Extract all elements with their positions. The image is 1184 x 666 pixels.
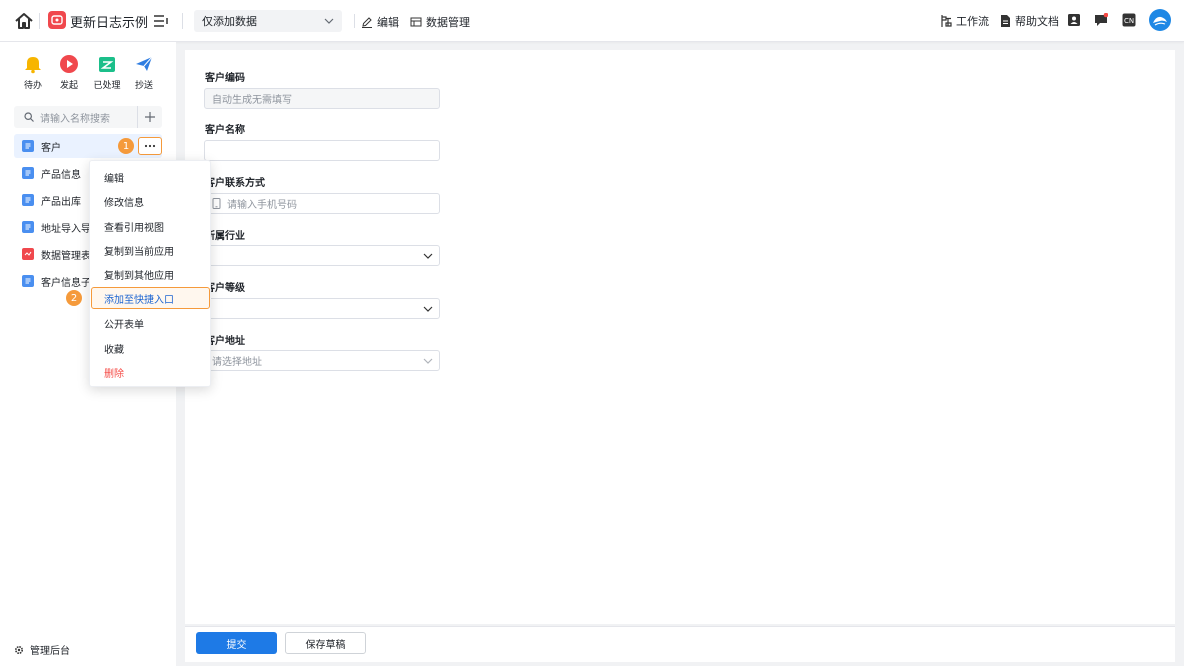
step-badge-2: 2 bbox=[66, 290, 82, 306]
form-footer: 提交 保存草稿 bbox=[185, 626, 1175, 662]
admin-label: 管理后台 bbox=[30, 646, 70, 657]
play-icon bbox=[60, 55, 78, 73]
divider bbox=[354, 14, 355, 28]
avatar[interactable] bbox=[1149, 9, 1171, 31]
contacts-icon[interactable] bbox=[1067, 13, 1081, 27]
add-form-button[interactable] bbox=[137, 106, 161, 128]
sidebar-item-label: 产品信息 bbox=[41, 169, 81, 181]
workflow-label: 工作流 bbox=[956, 15, 989, 28]
plus-icon bbox=[144, 112, 155, 122]
quick-todo[interactable]: 待办 bbox=[18, 54, 48, 91]
customer-name-field[interactable] bbox=[204, 140, 440, 161]
sidebar-item-label: 客户 bbox=[41, 142, 61, 154]
view-select-value: 仅添加数据 bbox=[202, 15, 257, 28]
quick-cc[interactable]: 抄送 bbox=[129, 54, 159, 91]
save-draft-button[interactable]: 保存草稿 bbox=[285, 632, 366, 654]
quick-start[interactable]: 发起 bbox=[54, 54, 84, 91]
address-select[interactable]: 请选择地址 bbox=[204, 350, 440, 371]
workflow-link[interactable]: 工作流 bbox=[940, 13, 989, 29]
menu-item-modify-info[interactable]: 修改信息 bbox=[90, 190, 210, 212]
pencil-icon bbox=[362, 17, 372, 28]
chevron-down-icon bbox=[423, 253, 433, 259]
field-placeholder: 请输入手机号码 bbox=[227, 200, 297, 211]
ellipsis-icon bbox=[144, 144, 156, 148]
data-manage-label: 数据管理 bbox=[426, 16, 470, 29]
form-icon bbox=[22, 140, 34, 152]
menu-item-copy-current-app[interactable]: 复制到当前应用 bbox=[90, 239, 210, 261]
edit-label: 编辑 bbox=[377, 16, 399, 29]
done-icon bbox=[99, 57, 115, 72]
form-panel: 客户编码 自动生成无需填写 客户名称 客户联系方式 请输入手机号码 所属行业 客… bbox=[185, 50, 1175, 624]
menu-item-edit[interactable]: 编辑 bbox=[90, 166, 210, 188]
form-icon bbox=[22, 275, 34, 287]
field-placeholder: 自动生成无需填写 bbox=[212, 95, 292, 106]
quick-done[interactable]: 已处理 bbox=[92, 54, 122, 91]
menu-toggle-icon[interactable] bbox=[153, 14, 169, 28]
table-icon bbox=[410, 17, 422, 27]
send-icon bbox=[136, 56, 153, 71]
chevron-down-icon bbox=[423, 358, 433, 364]
form-icon bbox=[22, 167, 34, 179]
edit-button[interactable]: 编辑 bbox=[361, 14, 399, 30]
field-label-industry: 所属行业 bbox=[205, 231, 245, 242]
language-icon[interactable]: CN bbox=[1122, 13, 1136, 27]
message-icon[interactable] bbox=[1094, 13, 1108, 27]
field-label-level: 客户等级 bbox=[205, 283, 245, 294]
field-label-contact: 客户联系方式 bbox=[205, 178, 265, 189]
customer-code-field: 自动生成无需填写 bbox=[204, 88, 440, 109]
field-label-customer-name: 客户名称 bbox=[205, 125, 245, 136]
quick-todo-label: 待办 bbox=[23, 81, 42, 91]
quick-start-label: 发起 bbox=[59, 81, 78, 91]
form-icon bbox=[22, 221, 34, 233]
phone-icon bbox=[212, 198, 221, 209]
divider bbox=[39, 13, 40, 29]
more-options-button[interactable] bbox=[138, 137, 162, 155]
step-badge-1: 1 bbox=[118, 138, 134, 154]
submit-button[interactable]: 提交 bbox=[196, 632, 277, 654]
chevron-down-icon bbox=[324, 18, 334, 24]
form-icon bbox=[22, 194, 34, 206]
sidebar-item-label: 数据管理表 bbox=[41, 250, 91, 262]
app-logo-icon bbox=[48, 11, 66, 29]
bell-icon bbox=[25, 57, 41, 74]
quick-cc-label: 抄送 bbox=[134, 81, 153, 91]
menu-item-view-references[interactable]: 查看引用视图 bbox=[90, 215, 210, 237]
search-placeholder: 请输入名称搜索 bbox=[40, 113, 110, 125]
context-menu: 编辑 修改信息 查看引用视图 复制到当前应用 复制到其他应用 添加至快捷入口 公… bbox=[89, 160, 211, 387]
top-bar: 更新日志示例 仅添加数据 编辑 数据管理 工作流 帮助文档 CN bbox=[0, 0, 1184, 42]
menu-item-add-shortcut[interactable]: 添加至快捷入口 bbox=[91, 287, 210, 309]
app-title[interactable]: 更新日志示例 bbox=[70, 12, 148, 31]
workflow-icon bbox=[941, 15, 952, 27]
quick-done-label: 已处理 bbox=[93, 81, 121, 91]
field-placeholder: 请选择地址 bbox=[212, 357, 262, 368]
industry-select[interactable] bbox=[204, 245, 440, 266]
data-manage-button[interactable]: 数据管理 bbox=[410, 14, 470, 30]
field-label-address: 客户地址 bbox=[205, 336, 245, 347]
field-label-customer-code: 客户编码 bbox=[205, 73, 245, 84]
document-icon bbox=[1001, 15, 1010, 27]
level-select[interactable] bbox=[204, 298, 440, 319]
menu-item-delete[interactable]: 删除 bbox=[90, 361, 210, 383]
chevron-down-icon bbox=[423, 306, 433, 312]
admin-console-link[interactable]: 管理后台 bbox=[14, 642, 70, 657]
dashboard-icon bbox=[22, 248, 34, 260]
divider bbox=[182, 13, 183, 29]
help-docs-link[interactable]: 帮助文档 bbox=[999, 13, 1059, 29]
view-select[interactable]: 仅添加数据 bbox=[194, 10, 342, 32]
home-icon[interactable] bbox=[14, 11, 34, 31]
phone-field[interactable]: 请输入手机号码 bbox=[204, 193, 440, 214]
search-icon bbox=[24, 112, 34, 122]
menu-item-favorite[interactable]: 收藏 bbox=[90, 337, 210, 359]
sidebar-item-label: 产品出库 bbox=[41, 196, 81, 208]
help-label: 帮助文档 bbox=[1015, 15, 1059, 28]
menu-item-public-form[interactable]: 公开表单 bbox=[90, 312, 210, 334]
gear-icon bbox=[14, 645, 24, 654]
menu-item-copy-other-app[interactable]: 复制到其他应用 bbox=[90, 263, 210, 285]
svg-text:CN: CN bbox=[1124, 17, 1134, 25]
